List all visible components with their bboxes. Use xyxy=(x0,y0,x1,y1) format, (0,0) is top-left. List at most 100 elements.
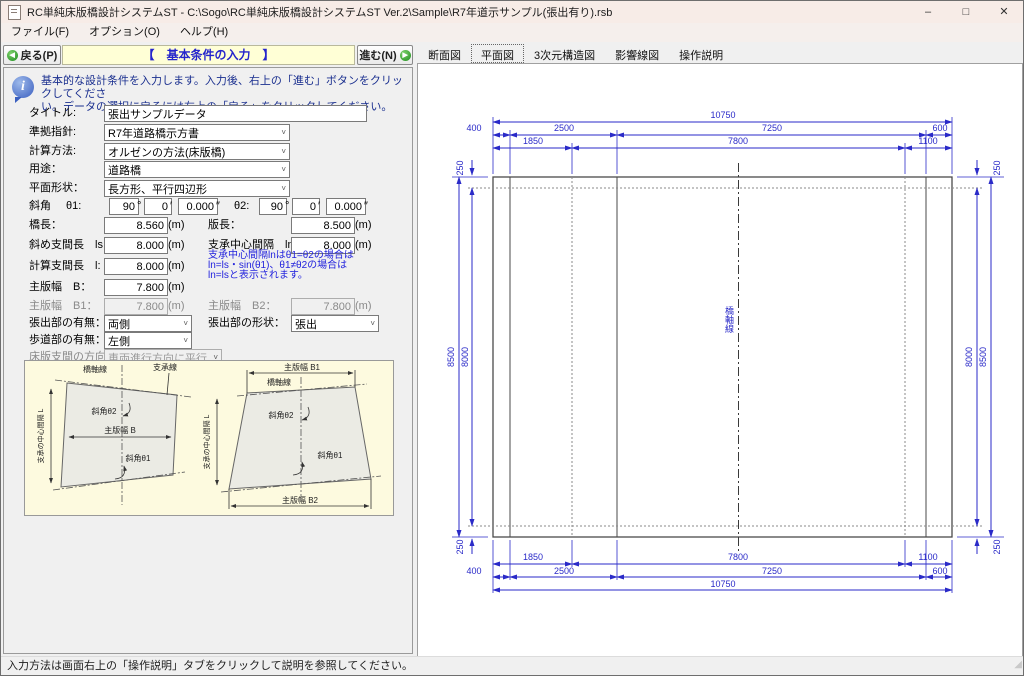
menu-option[interactable]: オプション(O) xyxy=(79,23,170,42)
tab-3d[interactable]: 3次元構造図 xyxy=(524,44,605,63)
maximize-button[interactable]: □ xyxy=(947,1,985,23)
heimen-value: 長方形、平行四辺形 xyxy=(105,181,278,197)
theta1-label: 斜角θ1 xyxy=(126,453,151,463)
dim-total-top: 10750 xyxy=(710,110,735,120)
page-title: 【 基本条件の入力 】 xyxy=(62,45,355,65)
back-arrow-icon: ◀ xyxy=(7,50,18,61)
chevron-down-icon: ˅ xyxy=(278,128,289,137)
b2-label: 主版幅 B2： xyxy=(208,298,276,315)
chevron-down-icon: ˅ xyxy=(278,184,289,193)
title-input[interactable] xyxy=(104,105,367,122)
harid-keijo-value: 張出 xyxy=(292,316,367,332)
next-button[interactable]: 進む(N) ▶ xyxy=(357,45,413,65)
bearing-line-label: 支承線 xyxy=(153,362,177,372)
theta2-deg-input[interactable] xyxy=(259,198,287,215)
dim-600-bottom: 600 xyxy=(932,566,947,576)
span-label: 支承の中心間隔 L xyxy=(36,408,45,463)
minimize-button[interactable]: – xyxy=(909,1,947,23)
dim-7250-top: 7250 xyxy=(762,123,782,133)
row-shishin: 準拠指針: R7年道路橋示方書 ˅ xyxy=(4,124,412,141)
kyocho-input[interactable] xyxy=(104,217,168,234)
resize-grip[interactable]: ◢ xyxy=(1014,655,1022,674)
dim-250-bottomleft: 250 xyxy=(455,539,465,554)
row-hodo: 歩道部の有無： 左側 ˅ xyxy=(4,332,412,349)
app-icon xyxy=(8,5,21,20)
m-unit: (m) xyxy=(168,279,185,296)
hodo-select[interactable]: 左側 ˅ xyxy=(104,332,192,349)
dim-1100-bottom: 1100 xyxy=(918,552,937,562)
theta2-min-input[interactable] xyxy=(292,198,320,215)
axis-label: 橋軸線 xyxy=(267,377,291,387)
keisan-value: オルゼンの方法(床版橋) xyxy=(105,144,278,160)
menu-help[interactable]: ヘルプ(H) xyxy=(170,23,238,42)
dim-7250-bottom: 7250 xyxy=(762,566,782,576)
hodo-value: 左側 xyxy=(105,333,180,349)
hancho-input[interactable] xyxy=(291,217,355,234)
keisan-label: 計算方法: xyxy=(29,143,76,160)
dim-8000-left: 8000 xyxy=(460,347,470,367)
theta1-deg-input[interactable] xyxy=(109,198,139,215)
span-label: 支承の中心間隔 L xyxy=(202,414,211,469)
axis-label: 橋軸線 xyxy=(83,364,107,374)
m-unit: (m) xyxy=(168,237,185,254)
keisan-select[interactable]: オルゼンの方法(床版橋) ˅ xyxy=(104,143,290,160)
window-title: RC単純床版橋設計システムST - C:\Sogo\RC単純床版橋設計システムS… xyxy=(27,4,612,20)
naname-input[interactable] xyxy=(104,237,168,254)
width-b1-label: 主版幅 B1 xyxy=(284,362,321,372)
menu-file[interactable]: ファイル(F) xyxy=(1,23,79,42)
dim-600-top: 600 xyxy=(932,123,947,133)
plan-shape-parallelogram xyxy=(61,383,177,487)
bridge-axis-label: 橋軸線 xyxy=(724,305,734,333)
keisanshikan-input[interactable] xyxy=(104,258,168,275)
dim-2500-top: 2500 xyxy=(554,123,574,133)
tab-danmenzu[interactable]: 断面図 xyxy=(418,44,471,63)
dim-7800-top: 7800 xyxy=(728,136,748,146)
info-icon: i xyxy=(12,76,34,98)
b1-label: 主版幅 B1： xyxy=(29,298,97,315)
tab-eikyosen[interactable]: 影響線図 xyxy=(605,44,669,63)
sec-unit: ″ xyxy=(216,198,220,215)
geometry-diagram-svg: 橋軸線 支承線 主版幅 B 支承の中心間隔 L 斜角θ2 斜角θ1 主版幅 B1 xyxy=(25,361,393,515)
kyocho-label: 橋長： xyxy=(29,217,62,234)
harid-umu-select[interactable]: 両側 ˅ xyxy=(104,315,192,332)
tab-heimenzu[interactable]: 平面図 xyxy=(471,44,524,63)
chevron-down-icon: ˅ xyxy=(367,319,378,328)
status-bar: 入力方法は画面右上の「操作説明」タブをクリックして説明を参照してください。 ◢ xyxy=(1,656,1023,675)
theta1-min-input[interactable] xyxy=(144,198,172,215)
theta2-sec-input[interactable] xyxy=(326,198,366,215)
tab-sosa[interactable]: 操作説明 xyxy=(669,44,733,63)
hodo-label: 歩道部の有無： xyxy=(29,332,106,349)
span-note: 支承中心間隔lnはθ1=θ2の場合は ln=ls・sin(θ1)、θ1≠θ2の場… xyxy=(208,251,408,281)
row-b1b2: 主版幅 B1： (m) 主版幅 B2： (m) xyxy=(4,298,412,315)
chevron-down-icon: ˅ xyxy=(278,165,289,174)
row-keisan: 計算方法: オルゼンの方法(床版橋) ˅ xyxy=(4,143,412,160)
shishin-select[interactable]: R7年道路橋示方書 ˅ xyxy=(104,124,290,141)
harid-keijo-select[interactable]: 張出 ˅ xyxy=(291,315,379,332)
heimen-select[interactable]: 長方形、平行四辺形 ˅ xyxy=(104,180,290,197)
b-input[interactable] xyxy=(104,279,168,296)
geometry-diagram: 橋軸線 支承線 主版幅 B 支承の中心間隔 L 斜角θ2 斜角θ1 主版幅 B1 xyxy=(24,360,394,516)
yoto-select[interactable]: 道路橋 ˅ xyxy=(104,161,290,178)
dim-1850-top: 1850 xyxy=(523,136,543,146)
row-b: 主版幅 B： (m) xyxy=(4,279,412,296)
b1-input xyxy=(104,298,168,315)
m-unit: (m) xyxy=(168,298,185,315)
row-shakaku: 斜角 θ1: ° ′ ″ θ2: ° ′ ″ xyxy=(4,198,412,215)
input-panel: i 基本的な設計条件を入力します。入力後、右上の「進む」ボタンをクリックしてくだ… xyxy=(3,67,413,654)
dim-400-top: 400 xyxy=(466,123,481,133)
status-text: 入力方法は画面右上の「操作説明」タブをクリックして説明を参照してください。 xyxy=(7,660,413,672)
dim-total-bottom: 10750 xyxy=(710,579,735,589)
theta2-label: θ2: xyxy=(234,198,249,215)
harid-keijo-label: 張出部の形状： xyxy=(208,315,285,332)
m-unit: (m) xyxy=(168,217,185,234)
theta1-sec-input[interactable] xyxy=(178,198,218,215)
dim-8500-left: 8500 xyxy=(446,347,456,367)
chevron-down-icon: ˅ xyxy=(278,147,289,156)
back-button[interactable]: ◀ 戻る(P) xyxy=(3,45,61,65)
row-title: タイトル: xyxy=(4,105,412,122)
chevron-down-icon: ˅ xyxy=(180,336,191,345)
close-button[interactable]: ✕ xyxy=(985,1,1023,23)
dim-1100-top: 1100 xyxy=(918,136,937,146)
dim-2500-bottom: 2500 xyxy=(554,566,574,576)
row-heimen: 平面形状： 長方形、平行四辺形 ˅ xyxy=(4,180,412,197)
